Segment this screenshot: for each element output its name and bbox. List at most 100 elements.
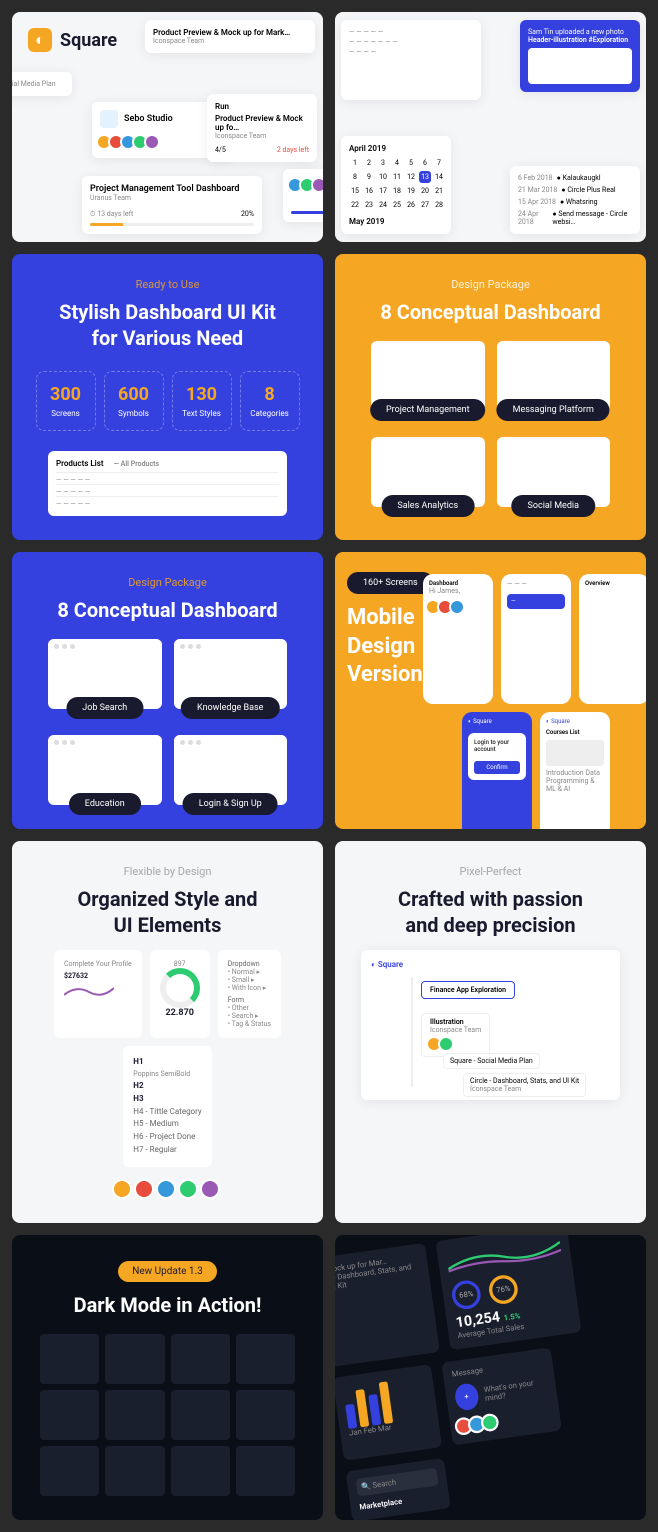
pm-card: Project Management Tool Dashboard Uranus… bbox=[82, 176, 262, 234]
timeline-task: Square - Social Media Plan bbox=[443, 1053, 540, 1069]
mobile-screen: — — — — bbox=[501, 574, 571, 704]
compose-prompt[interactable]: What's on your mind? bbox=[483, 1377, 548, 1403]
dark-thumb bbox=[236, 1390, 295, 1440]
headline-2: for Various Need bbox=[28, 325, 307, 351]
upload-sub: Header-illustration #Exploration bbox=[528, 36, 632, 44]
precision-panel: Pixel-Perfect Crafted with passion and d… bbox=[335, 841, 646, 1223]
run-rating: 4/5 bbox=[215, 146, 226, 154]
run-sub: Product Preview & Mock up fo… bbox=[215, 114, 309, 132]
dashboard-thumb: Knowledge Base bbox=[174, 639, 288, 709]
dashboard-thumb: Project Management bbox=[371, 341, 485, 411]
dark-chart-screen: Jan Feb Mar bbox=[335, 1364, 442, 1461]
timeline-task: Illustration Iconspace Team bbox=[421, 1013, 490, 1057]
dashboard-thumb: Sales Analytics bbox=[371, 437, 485, 507]
dark-thumb bbox=[105, 1390, 164, 1440]
dark-thumb bbox=[105, 1334, 164, 1384]
run-team: Iconspace Team bbox=[215, 132, 309, 140]
pill-label: Knowledge Base bbox=[181, 697, 279, 719]
timeline-preview: ◐ Square Finance App Exploration Illustr… bbox=[351, 950, 630, 1100]
dark-isometric-panel: Mock up for Mar… e - Dashboard, Stats, a… bbox=[335, 1235, 646, 1520]
eyebrow: Flexible by Design bbox=[28, 865, 307, 878]
cal-month: April 2019 bbox=[349, 144, 443, 153]
pm-team: Uranus Team bbox=[90, 194, 254, 202]
pill-label: Sales Analytics bbox=[381, 495, 474, 517]
elements-panel: Flexible by Design Organized Style and U… bbox=[12, 841, 323, 1223]
hero-panel-2: Sam Tin uploaded a new photo Header-illu… bbox=[335, 12, 646, 242]
mobile-screen: Overview bbox=[579, 574, 646, 704]
dashboards-panel-2: Design Package 8 Conceptual Dashboard Jo… bbox=[12, 552, 323, 829]
task-title: Product Preview & Mock up for Mark… bbox=[153, 28, 307, 37]
pct-ring: 68% bbox=[450, 1278, 482, 1310]
pm-days: 13 days left bbox=[97, 210, 133, 218]
mobile-panel: 160+ Screens Mobile Design Version Dashb… bbox=[335, 552, 646, 829]
mobile-mockups: Dashboard Hi James, — — — — Overview ◐ S… bbox=[406, 562, 646, 829]
headline-2: and deep precision bbox=[351, 912, 630, 938]
dashboard-thumb: Education bbox=[48, 735, 162, 805]
calendar-grid: 1234567 891011121314 15161718192021 2223… bbox=[349, 157, 443, 211]
add-button[interactable]: + bbox=[454, 1382, 480, 1411]
headline: 8 Conceptual Dashboard bbox=[28, 597, 307, 623]
headline: 8 Conceptual Dashboard bbox=[351, 299, 630, 325]
mobile-courses-screen: ◐ Square Courses List Introduction Data … bbox=[540, 712, 610, 829]
headline-2: UI Elements bbox=[28, 912, 307, 938]
upload-card: Sam Tin uploaded a new photo Header-illu… bbox=[520, 20, 640, 92]
pill-label: Messaging Platform bbox=[497, 399, 610, 421]
donut-chart bbox=[160, 968, 200, 1008]
pill-label: Login & Sign Up bbox=[183, 793, 278, 815]
dark-thumb bbox=[236, 1446, 295, 1496]
mobile-login-screen: ◐ Square Login to your account Confirm bbox=[462, 712, 532, 829]
profile-card: Complete Your Profile $27632 bbox=[54, 950, 142, 1038]
avatar-row bbox=[100, 134, 224, 150]
brand-name: Square bbox=[60, 30, 117, 51]
pill-label: Education bbox=[69, 793, 141, 815]
stat-item: 130Text Styles bbox=[172, 371, 232, 431]
eyebrow: Pixel-Perfect bbox=[351, 865, 630, 878]
timeline-task: Finance App Exploration bbox=[421, 981, 515, 999]
mobile-screen: Dashboard Hi James, bbox=[423, 574, 493, 704]
dark-thumb bbox=[40, 1390, 99, 1440]
dashboard-thumb: Job Search bbox=[48, 639, 162, 709]
avatar bbox=[311, 177, 323, 193]
headline-1: Organized Style and bbox=[28, 886, 307, 912]
eyebrow: Design Package bbox=[28, 576, 307, 589]
pill-label: Job Search bbox=[66, 697, 143, 719]
dashboard-thumb: Messaging Platform bbox=[497, 341, 611, 411]
dark-message-screen: Message + What's on your mind? bbox=[441, 1347, 562, 1445]
text-block-card: — — — — —— — — — — — —— — — — bbox=[341, 20, 481, 100]
dark-thumb bbox=[105, 1446, 164, 1496]
pill-label: Project Management bbox=[370, 399, 486, 421]
confirm-button[interactable]: Confirm bbox=[474, 761, 520, 774]
side-task-title: Social Media Plan bbox=[12, 80, 64, 88]
dark-thumb bbox=[171, 1446, 230, 1496]
run-deadline: 2 days left bbox=[277, 146, 309, 154]
people-avatars bbox=[28, 1179, 307, 1199]
elements-preview: Complete Your Profile $27632 897 22.870 … bbox=[28, 938, 307, 1179]
side-task-card: Social Media Plan bbox=[12, 72, 72, 96]
hero-panel-1: ◐ Square Product Preview & Mock up for M… bbox=[12, 12, 323, 242]
headline-1: Crafted with passion bbox=[351, 886, 630, 912]
stat-item: 8Categories bbox=[240, 371, 300, 431]
avatar bbox=[144, 134, 160, 150]
pm-pct: 20% bbox=[241, 210, 254, 219]
cal-month2: May 2019 bbox=[349, 217, 443, 226]
upload-user: Sam Tin uploaded a new photo bbox=[528, 28, 632, 36]
stat-item: 300Screens bbox=[36, 371, 96, 431]
sebo-name: Sebo Studio bbox=[124, 114, 173, 124]
eyebrow: Ready to Use bbox=[28, 278, 307, 291]
calendar-card: April 2019 1234567 891011121314 15161718… bbox=[341, 136, 451, 234]
dark-mobile-screen: Mock up for Mar… e - Dashboard, Stats, a… bbox=[335, 1243, 440, 1367]
pill-label: Social Media bbox=[512, 495, 595, 517]
activity-list: 6 Feb 2018● Kalaukaugkl 21 Mar 2018● Cir… bbox=[510, 166, 640, 234]
timeline-task: Circle - Dashboard, Stats, and UI Kit Ic… bbox=[463, 1073, 586, 1097]
dashboards-panel-1: Design Package 8 Conceptual Dashboard Pr… bbox=[335, 254, 646, 540]
dark-thumb bbox=[171, 1334, 230, 1384]
dark-thumb bbox=[236, 1334, 295, 1384]
stat-item: 600Symbols bbox=[104, 371, 164, 431]
eyebrow: Design Package bbox=[351, 278, 630, 291]
typography-card: H1 Poppins SemiBold H2 H3 H4 - Tittle Ca… bbox=[123, 1046, 211, 1167]
header-task-card: Product Preview & Mock up for Mark… Icon… bbox=[145, 20, 315, 53]
stats-row: 300Screens 600Symbols 130Text Styles 8Ca… bbox=[28, 371, 307, 431]
headline-1: Stylish Dashboard UI Kit bbox=[28, 299, 307, 325]
dark-marketplace-screen: 🔍 Search Marketplace bbox=[346, 1458, 451, 1520]
pct-ring: 76% bbox=[487, 1273, 519, 1305]
